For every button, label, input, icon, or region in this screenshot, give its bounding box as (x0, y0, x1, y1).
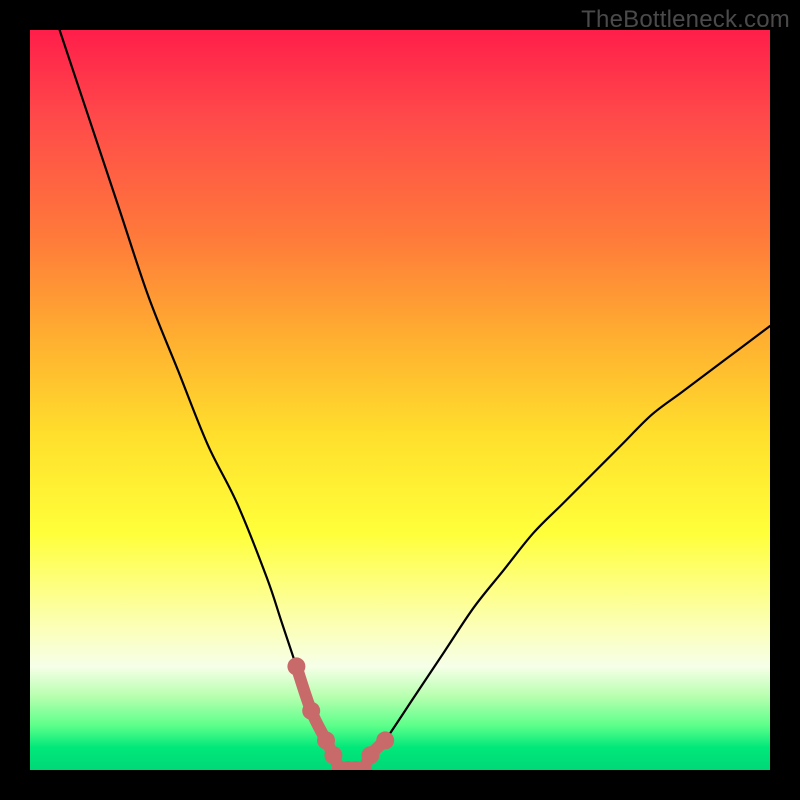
highlight-dot (287, 657, 305, 675)
highlight-dot (361, 746, 379, 764)
curve-main (60, 30, 770, 770)
watermark-text: TheBottleneck.com (581, 6, 790, 34)
chart-frame: TheBottleneck.com (0, 0, 800, 800)
plot-area (30, 30, 770, 770)
highlight-dot (302, 702, 320, 720)
highlight-dot (376, 731, 394, 749)
bottleneck-curve (30, 30, 770, 770)
